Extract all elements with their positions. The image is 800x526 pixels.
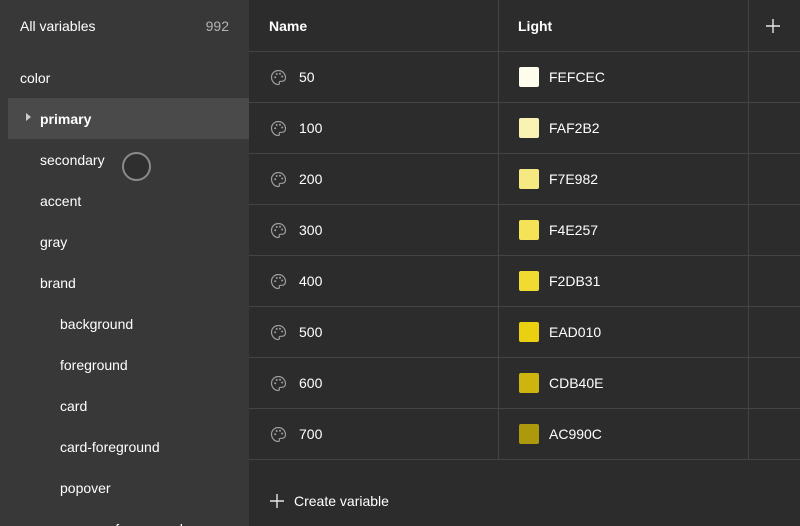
- color-swatch[interactable]: [519, 67, 539, 87]
- color-palette-icon: [270, 222, 287, 239]
- variable-name[interactable]: 700: [299, 409, 322, 459]
- color-palette-icon: [270, 426, 287, 443]
- color-palette-icon: [270, 120, 287, 137]
- color-value[interactable]: F7E982: [549, 154, 598, 204]
- group-label: color: [20, 69, 51, 86]
- variable-row[interactable]: 200 F7E982: [249, 154, 800, 205]
- table-footer: Create variable: [249, 476, 800, 526]
- caret-right-icon[interactable]: [26, 113, 31, 121]
- color-swatch[interactable]: [519, 118, 539, 138]
- variable-name[interactable]: 50: [299, 52, 315, 102]
- group-card[interactable]: card: [0, 385, 249, 426]
- variable-row[interactable]: 400 F2DB31: [249, 256, 800, 307]
- variable-name[interactable]: 200: [299, 154, 322, 204]
- group-label: secondary: [40, 151, 105, 168]
- color-swatch[interactable]: [519, 169, 539, 189]
- color-swatch[interactable]: [519, 220, 539, 240]
- group-popover-foreground[interactable]: popover-foreground: [0, 508, 249, 526]
- group-label: primary: [40, 110, 92, 127]
- color-palette-icon: [270, 171, 287, 188]
- variable-row[interactable]: 300 F4E257: [249, 205, 800, 256]
- group-label: gray: [40, 233, 68, 250]
- group-popover[interactable]: popover: [0, 467, 249, 508]
- plus-icon: [270, 494, 284, 508]
- color-palette-icon: [270, 69, 287, 86]
- create-variable-label: Create variable: [294, 493, 389, 509]
- color-palette-icon: [270, 324, 287, 341]
- variable-name[interactable]: 100: [299, 103, 322, 153]
- color-value[interactable]: FAF2B2: [549, 103, 600, 153]
- all-variables-label[interactable]: All variables: [20, 18, 95, 34]
- color-swatch[interactable]: [519, 322, 539, 342]
- color-swatch[interactable]: [519, 271, 539, 291]
- variable-name[interactable]: 400: [299, 256, 322, 306]
- group-primary[interactable]: primary: [8, 98, 249, 139]
- group-color[interactable]: color: [0, 57, 249, 98]
- add-mode-button[interactable]: [763, 16, 783, 36]
- color-value[interactable]: CDB40E: [549, 358, 603, 408]
- color-value[interactable]: AC990C: [549, 409, 602, 459]
- color-value[interactable]: EAD010: [549, 307, 601, 357]
- collection-tree: color primary secondary accent gray bran…: [0, 57, 249, 526]
- group-label: brand: [40, 274, 76, 291]
- group-label: card-foreground: [60, 438, 160, 455]
- color-value[interactable]: F4E257: [549, 205, 598, 255]
- sidebar-header[interactable]: All variables 992: [0, 0, 249, 52]
- variable-row[interactable]: 700 AC990C: [249, 409, 800, 460]
- create-variable-button[interactable]: Create variable: [269, 490, 389, 512]
- group-label: popover-foreground: [60, 521, 183, 526]
- variables-table: Name Light 50 FEFCEC 100 FAF2B2 200 F7E9…: [249, 0, 800, 526]
- color-swatch[interactable]: [519, 424, 539, 444]
- variables-sidebar: All variables 992 color primary secondar…: [0, 0, 249, 526]
- variables-count: 992: [205, 18, 229, 34]
- variable-name[interactable]: 500: [299, 307, 322, 357]
- group-label: card: [60, 397, 88, 414]
- group-gray[interactable]: gray: [0, 221, 249, 262]
- color-swatch[interactable]: [519, 373, 539, 393]
- group-card-foreground[interactable]: card-foreground: [0, 426, 249, 467]
- color-palette-icon: [270, 375, 287, 392]
- mouse-cursor-indicator: [122, 152, 151, 181]
- variable-row[interactable]: 600 CDB40E: [249, 358, 800, 409]
- group-label: background: [60, 315, 134, 332]
- group-label: accent: [40, 192, 82, 209]
- variable-rows: 50 FEFCEC 100 FAF2B2 200 F7E982 300 F4E2…: [249, 52, 800, 460]
- column-header-name[interactable]: Name: [269, 0, 307, 52]
- color-value[interactable]: F2DB31: [549, 256, 600, 306]
- variable-name[interactable]: 600: [299, 358, 322, 408]
- group-background[interactable]: background: [0, 303, 249, 344]
- variable-row[interactable]: 50 FEFCEC: [249, 52, 800, 103]
- color-value[interactable]: FEFCEC: [549, 52, 605, 102]
- group-label: foreground: [60, 356, 128, 373]
- group-foreground[interactable]: foreground: [0, 344, 249, 385]
- variable-name[interactable]: 300: [299, 205, 322, 255]
- color-palette-icon: [270, 273, 287, 290]
- group-label: popover: [60, 479, 111, 496]
- variable-row[interactable]: 100 FAF2B2: [249, 103, 800, 154]
- column-header-light[interactable]: Light: [518, 0, 552, 52]
- variable-row[interactable]: 500 EAD010: [249, 307, 800, 358]
- group-accent[interactable]: accent: [0, 180, 249, 221]
- plus-icon: [766, 19, 780, 33]
- group-brand[interactable]: brand: [0, 262, 249, 303]
- table-header: Name Light: [249, 0, 800, 52]
